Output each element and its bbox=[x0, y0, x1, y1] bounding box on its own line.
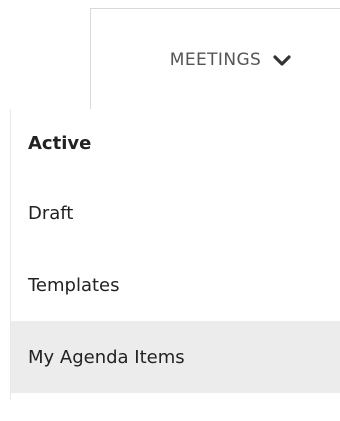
chevron-down-icon bbox=[273, 53, 291, 67]
meetings-menu-tab[interactable]: MEETINGS bbox=[90, 8, 340, 110]
menu-item-label: Active bbox=[28, 132, 92, 154]
meetings-dropdown-menu: Active Draft Templates My Agenda Items bbox=[10, 109, 340, 400]
menu-item-active[interactable]: Active bbox=[11, 109, 340, 177]
menu-item-label: Templates bbox=[28, 274, 120, 296]
meetings-menu-label: MEETINGS bbox=[169, 49, 262, 70]
menu-item-templates[interactable]: Templates bbox=[11, 249, 340, 321]
menu-item-draft[interactable]: Draft bbox=[11, 177, 340, 249]
page: MEETINGS Active Draft Templates My Agend… bbox=[0, 0, 340, 421]
menu-item-label: Draft bbox=[28, 202, 74, 224]
menu-item-label: My Agenda Items bbox=[28, 346, 185, 368]
menu-item-my-agenda-items[interactable]: My Agenda Items bbox=[11, 321, 340, 393]
